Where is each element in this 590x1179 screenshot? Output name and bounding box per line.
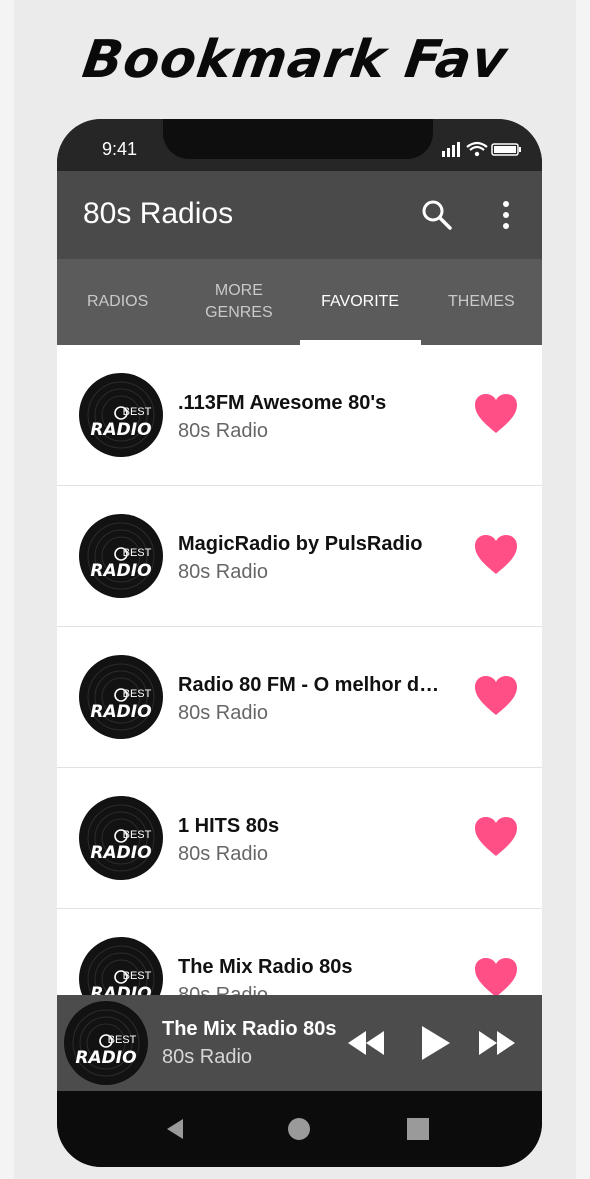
best-radio-logo-icon: BEST RADIO — [80, 797, 162, 879]
station-logo: BEST RADIO — [79, 937, 163, 995]
svg-text:RADIO: RADIO — [90, 984, 151, 995]
player-subtitle: 80s Radio — [162, 1046, 253, 1068]
svg-text:RADIO: RADIO — [90, 702, 151, 722]
favorite-heart-icon[interactable] — [474, 393, 518, 435]
nav-back-icon[interactable] — [163, 1117, 187, 1141]
favorites-list: BEST RADIO .113FM Awesome 80's 80s Radio BES… — [57, 345, 542, 995]
station-genre: 80s Radio — [178, 984, 269, 995]
tab-more-genres-label: MORE GENRES — [205, 282, 273, 321]
favorite-heart-icon[interactable] — [474, 816, 518, 858]
player-station-logo: BEST RADIO — [64, 1001, 148, 1085]
rewind-icon[interactable] — [344, 1023, 388, 1063]
more-vert-icon[interactable] — [492, 198, 520, 232]
svg-text:RADIO: RADIO — [90, 561, 151, 581]
station-logo: BEST RADIO — [79, 655, 163, 739]
tab-themes[interactable]: THEMES — [421, 259, 542, 345]
station-genre: 80s Radio — [178, 420, 269, 442]
svg-text:BEST: BEST — [123, 829, 152, 841]
background-strip-right — [576, 0, 590, 1179]
station-name: 1 HITS 80s — [178, 815, 280, 837]
best-radio-logo-icon: BEST RADIO — [80, 656, 162, 738]
status-icons — [442, 141, 521, 157]
fast-forward-icon[interactable] — [475, 1023, 519, 1063]
station-row[interactable]: BEST RADIO The Mix Radio 80s 80s Radio — [57, 909, 542, 995]
station-row[interactable]: BEST RADIO .113FM Awesome 80's 80s Radio — [57, 345, 542, 486]
svg-text:BEST: BEST — [123, 688, 152, 700]
tab-radios[interactable]: RADIOS — [57, 259, 178, 345]
best-radio-logo-icon: BEST RADIO — [65, 1002, 147, 1084]
tab-favorite[interactable]: FAVORITE — [299, 259, 422, 345]
wifi-icon — [466, 141, 488, 151]
svg-text:BEST: BEST — [123, 547, 152, 559]
best-radio-logo-icon: BEST RADIO — [80, 374, 162, 456]
station-genre: 80s Radio — [178, 702, 269, 724]
best-radio-logo-icon: BEST RADIO — [80, 938, 162, 995]
station-row[interactable]: BEST RADIO 1 HITS 80s 80s Radio — [57, 768, 542, 909]
station-logo: BEST RADIO — [79, 373, 163, 457]
app-title: 80s Radios — [83, 197, 234, 230]
svg-text:RADIO: RADIO — [90, 420, 151, 440]
favorite-heart-icon[interactable] — [474, 957, 518, 995]
signal-icon — [442, 142, 460, 157]
station-genre: 80s Radio — [178, 843, 269, 865]
station-name: The Mix Radio 80s — [178, 956, 353, 978]
play-icon[interactable] — [414, 1023, 454, 1063]
tab-more-genres[interactable]: MORE GENRES — [178, 259, 299, 345]
mini-player[interactable]: BEST RADIO The Mix Radio 80s 80s Radio — [57, 995, 542, 1091]
phone-notch — [163, 119, 433, 159]
svg-text:BEST: BEST — [123, 970, 152, 982]
best-radio-logo-icon: BEST RADIO — [80, 515, 162, 597]
station-name: .113FM Awesome 80's — [178, 392, 387, 414]
favorite-heart-icon[interactable] — [474, 675, 518, 717]
promo-headline: Bookmark Fav — [78, 30, 512, 90]
favorite-heart-icon[interactable] — [474, 534, 518, 576]
station-genre: 80s Radio — [178, 561, 269, 583]
tab-bar: RADIOS MORE GENRES FAVORITE THEMES — [57, 259, 542, 345]
nav-home-icon[interactable] — [287, 1117, 311, 1141]
svg-text:RADIO: RADIO — [90, 843, 151, 863]
station-row[interactable]: BEST RADIO Radio 80 FM - O melhor do... 80s… — [57, 627, 542, 768]
svg-text:RADIO: RADIO — [75, 1048, 136, 1068]
station-row[interactable]: BEST RADIO MagicRadio by PulsRadio 80s Radi… — [57, 486, 542, 627]
svg-text:BEST: BEST — [108, 1034, 137, 1046]
app-bar: 80s Radios — [57, 171, 542, 259]
nav-recents-icon[interactable] — [406, 1117, 430, 1141]
background-strip-left — [0, 0, 14, 1179]
player-title: The Mix Radio 80s — [162, 1018, 337, 1040]
phone-frame: 9:41 80s Radios RADIOS MORE GENRES FAVOR… — [57, 119, 542, 1167]
station-name: Radio 80 FM - O melhor do... — [178, 674, 448, 696]
status-time: 9:41 — [102, 139, 138, 159]
station-logo: BEST RADIO — [79, 796, 163, 880]
station-name: MagicRadio by PulsRadio — [178, 533, 423, 555]
search-icon[interactable] — [420, 198, 454, 232]
svg-text:BEST: BEST — [123, 406, 152, 418]
battery-icon — [491, 143, 521, 156]
station-logo: BEST RADIO — [79, 514, 163, 598]
system-nav-bar — [57, 1091, 542, 1167]
